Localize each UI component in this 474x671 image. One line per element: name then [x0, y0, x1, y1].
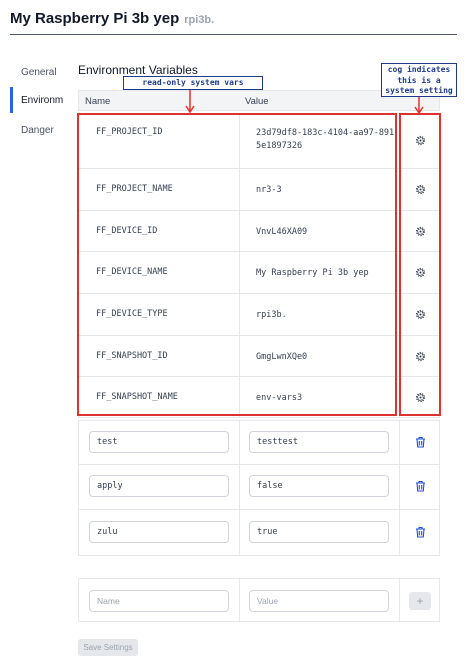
- env-name-input[interactable]: apply: [89, 475, 229, 497]
- env-value-input[interactable]: testtest: [249, 431, 389, 453]
- cog-arrow: [414, 97, 424, 115]
- env-value-input[interactable]: true: [249, 521, 389, 543]
- page-title: My Raspberry Pi 3b yep rpi3b.: [10, 10, 214, 27]
- sidebar-item-environment[interactable]: Environment: [21, 95, 63, 106]
- readonly-highlight-box: [77, 113, 397, 416]
- save-settings-button[interactable]: Save Settings: [78, 639, 138, 656]
- readonly-callout: read-only system vars: [123, 76, 263, 90]
- header-divider: [10, 34, 457, 35]
- cog-callout-line: system setting: [385, 86, 453, 95]
- section-title: Environment Variables: [78, 63, 198, 77]
- table-row: test testtest: [78, 420, 440, 465]
- page-header: My Raspberry Pi 3b yep rpi3b.: [0, 0, 474, 35]
- device-type: rpi3b.: [184, 14, 215, 26]
- column-header-value: Value: [245, 96, 269, 107]
- table-row: zulu true: [78, 510, 440, 556]
- trash-icon[interactable]: [415, 526, 426, 538]
- table-row: apply false: [78, 465, 440, 510]
- device-name: My Raspberry Pi 3b yep: [10, 10, 180, 27]
- new-variable-row: Name Value: [78, 578, 440, 622]
- env-value-input[interactable]: false: [249, 475, 389, 497]
- new-name-input[interactable]: Name: [89, 590, 229, 612]
- trash-icon[interactable]: [415, 480, 426, 492]
- cog-callout-line: this is a: [397, 75, 441, 85]
- cog-highlight-box: [399, 113, 441, 416]
- sidebar-active-indicator: [10, 87, 13, 113]
- cog-callout-line: cog indicates: [387, 65, 451, 74]
- sidebar-item-general[interactable]: General: [21, 67, 57, 78]
- column-header-name: Name: [85, 96, 111, 107]
- cog-callout: cog indicates this is a system setting: [381, 63, 457, 97]
- env-name-input[interactable]: zulu: [89, 521, 229, 543]
- readonly-arrow: [185, 90, 195, 114]
- add-variable-button[interactable]: +: [409, 592, 431, 610]
- trash-icon[interactable]: [415, 436, 426, 448]
- env-name-input[interactable]: test: [89, 431, 229, 453]
- sidebar-item-danger[interactable]: Danger: [21, 125, 54, 136]
- new-value-input[interactable]: Value: [249, 590, 389, 612]
